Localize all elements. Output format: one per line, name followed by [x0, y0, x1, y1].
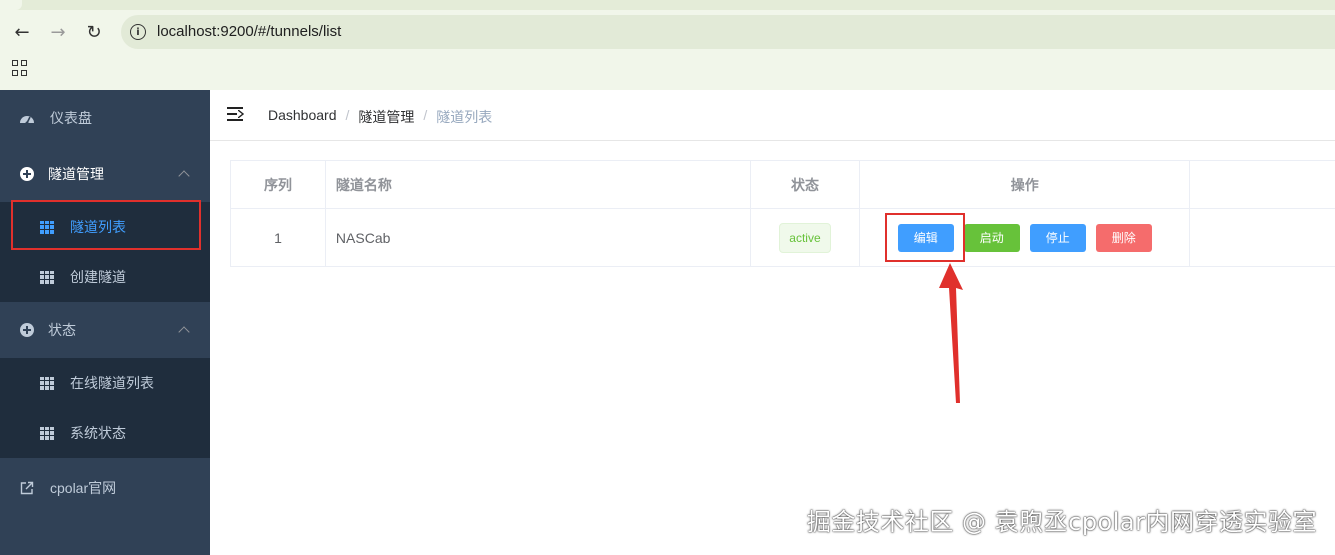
breadcrumb-separator: / — [423, 107, 428, 123]
submenu-status-items: 在线隧道列表 系统状态 — [0, 358, 210, 458]
row-empty-cell — [1190, 209, 1335, 266]
header-status: 状态 — [751, 161, 861, 208]
breadcrumb-dashboard[interactable]: Dashboard — [268, 107, 337, 127]
grid-icon — [40, 376, 54, 390]
sidebar-item-label: 仪表盘 — [50, 110, 92, 126]
status-badge: active — [779, 222, 831, 253]
row-index: 1 — [231, 209, 326, 266]
back-icon[interactable]: ← — [10, 20, 34, 44]
breadcrumb-tunnel-management[interactable]: 隧道管理 — [358, 107, 414, 127]
navbar: Dashboard / 隧道管理 / 隧道列表 — [210, 90, 1335, 141]
header-name: 隧道名称 — [326, 161, 751, 208]
sidebar-item-label: 创建隧道 — [70, 269, 126, 285]
tunnel-table: 序列 隧道名称 状态 操作 1 NASCab active 编辑 启动 停止 删… — [230, 160, 1335, 267]
chevron-up-icon — [178, 170, 190, 182]
table-header-row: 序列 隧道名称 状态 操作 — [231, 161, 1335, 209]
grid-icon — [40, 270, 54, 284]
hamburger-icon[interactable] — [227, 107, 244, 121]
reload-icon[interactable]: ↻ — [82, 20, 106, 44]
sidebar-item-label: 系统状态 — [70, 425, 126, 441]
address-bar[interactable]: i localhost:9200/#/tunnels/list — [121, 15, 1335, 49]
submenu-status[interactable]: 状态 — [0, 302, 210, 358]
sidebar-item-label: cpolar官网 — [50, 480, 117, 496]
active-tab[interactable] — [0, 0, 22, 10]
url-text[interactable]: localhost:9200/#/tunnels/list — [157, 23, 341, 40]
table-row: 1 NASCab active 编辑 启动 停止 删除 — [231, 209, 1335, 267]
breadcrumb: Dashboard / 隧道管理 / 隧道列表 — [268, 107, 492, 127]
apps-icon[interactable] — [12, 60, 28, 76]
breadcrumb-separator: / — [345, 107, 350, 123]
header-index: 序列 — [231, 161, 326, 208]
plus-circle-icon — [19, 322, 35, 338]
annotation-highlight-edit — [885, 213, 965, 262]
sidebar-item-label: 在线隧道列表 — [70, 375, 154, 391]
row-tunnel-name: NASCab — [326, 209, 751, 266]
tab-strip — [0, 0, 1335, 10]
stop-button[interactable]: 停止 — [1029, 223, 1086, 252]
breadcrumb-current: 隧道列表 — [436, 109, 493, 125]
header-empty — [1190, 161, 1335, 208]
sidebar-item-cpolar-site[interactable]: cpolar官网 — [0, 460, 210, 516]
start-button[interactable]: 启动 — [963, 223, 1020, 252]
grid-icon — [40, 426, 54, 440]
annotation-arrow — [939, 263, 963, 403]
row-status-cell: active — [751, 209, 861, 266]
browser-chrome: ← → ↻ i localhost:9200/#/tunnels/list — [0, 0, 1335, 90]
submenu-label: 状态 — [48, 322, 76, 338]
info-icon[interactable]: i — [130, 24, 146, 40]
delete-button[interactable]: 删除 — [1095, 223, 1152, 252]
external-link-icon — [19, 480, 35, 496]
watermark-text: 掘金技术社区 @ 袁煦丞cpolar内网穿透实验室 — [806, 508, 1317, 536]
submenu-label: 隧道管理 — [48, 166, 104, 182]
annotation-highlight-box — [11, 200, 201, 250]
plus-circle-icon — [19, 166, 35, 182]
submenu-tunnel-management[interactable]: 隧道管理 — [0, 146, 210, 202]
dashboard-icon — [19, 110, 35, 126]
sidebar-item-create-tunnel[interactable]: 创建隧道 — [0, 252, 210, 302]
forward-icon[interactable]: → — [46, 20, 70, 44]
sidebar-item-dashboard[interactable]: 仪表盘 — [0, 90, 210, 146]
chevron-up-icon — [178, 326, 190, 338]
sidebar-item-system-status[interactable]: 系统状态 — [0, 408, 210, 458]
sidebar-item-online-tunnels[interactable]: 在线隧道列表 — [0, 358, 210, 408]
header-actions: 操作 — [860, 161, 1191, 208]
sidebar: 仪表盘 隧道管理 隧道列表 创建隧道 状态 在线隧道列表 系统状态 cpolar… — [0, 90, 210, 555]
